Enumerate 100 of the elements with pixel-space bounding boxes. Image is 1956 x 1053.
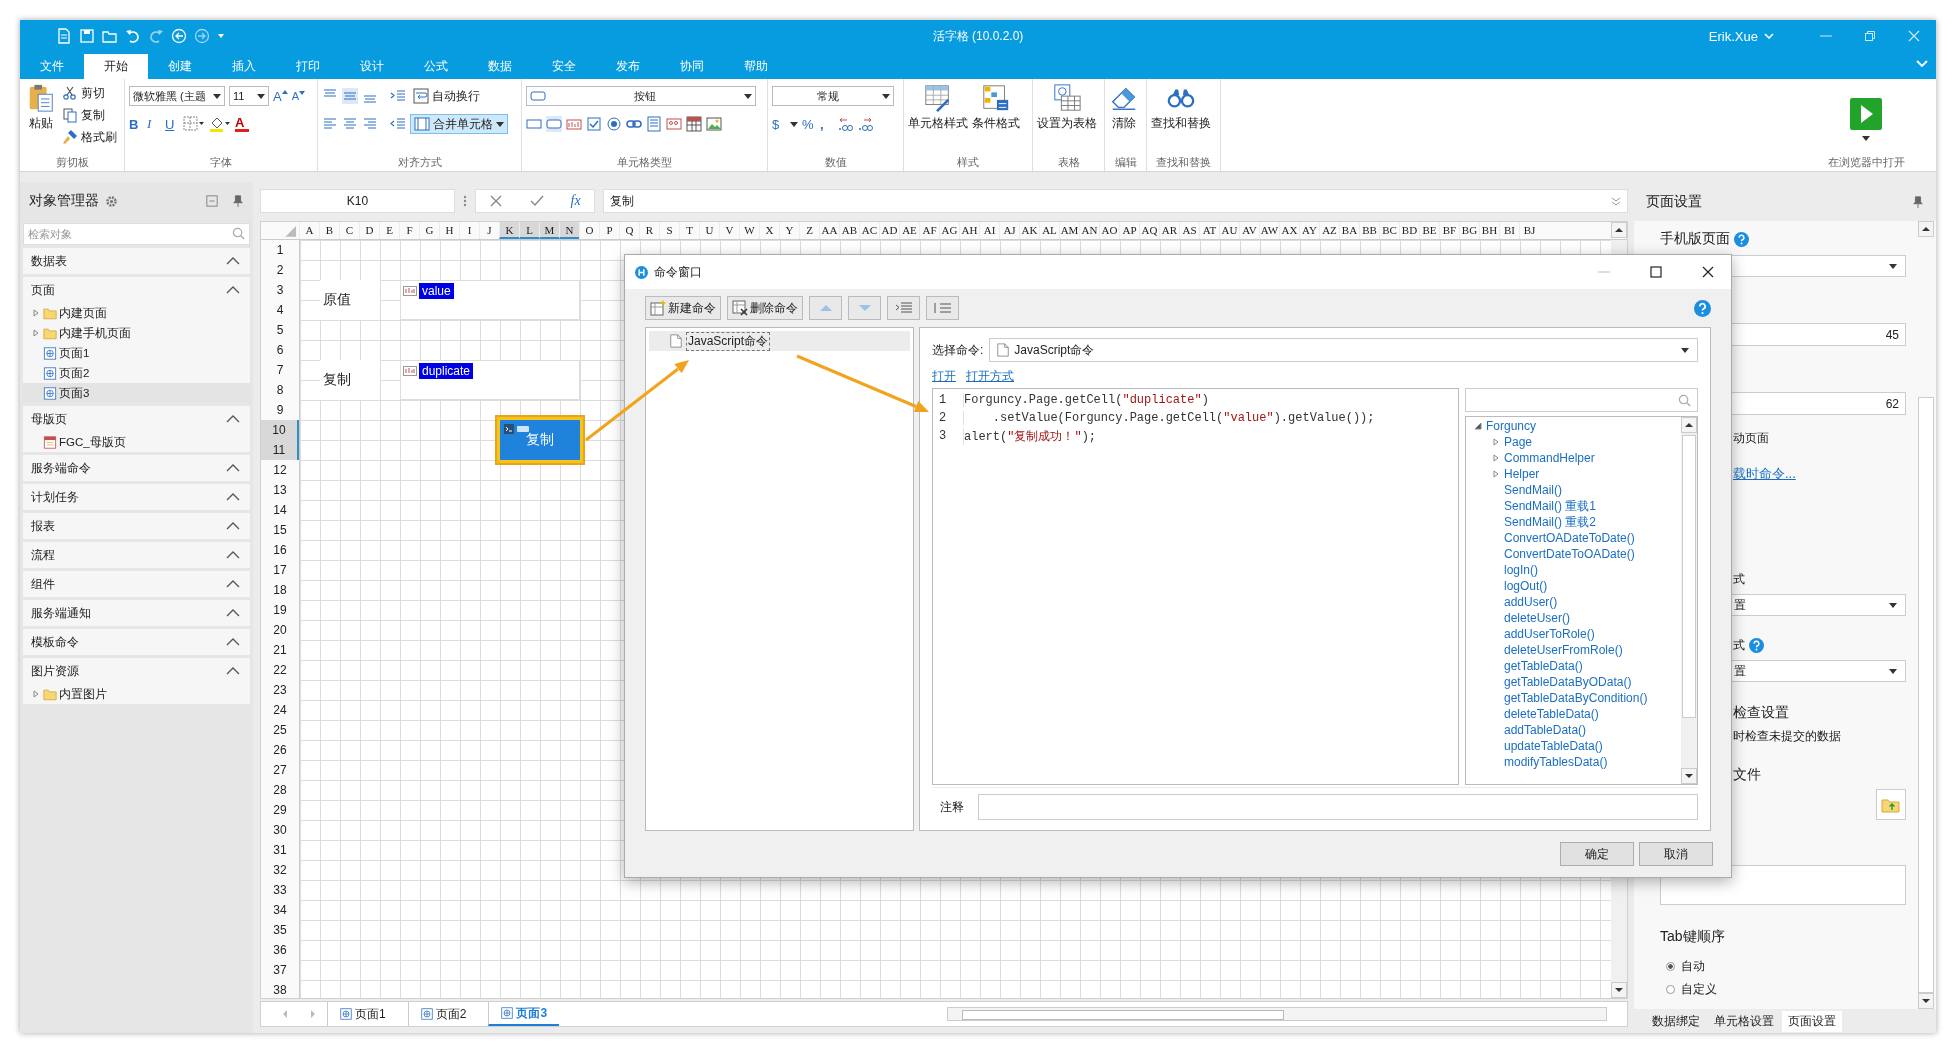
row-header[interactable]: 36: [261, 940, 299, 960]
tree-item[interactable]: 页面1: [23, 343, 250, 363]
next-sheet-icon[interactable]: [309, 1009, 317, 1019]
row-header[interactable]: 28: [261, 780, 299, 800]
list-icon[interactable]: [646, 116, 662, 132]
grow-font-button[interactable]: A: [273, 88, 288, 104]
row-header[interactable]: 20: [261, 620, 299, 640]
row-header[interactable]: 3: [261, 280, 299, 300]
column-header[interactable]: BC: [1379, 222, 1399, 239]
command-link[interactable]: 载时命令...: [1733, 465, 1796, 483]
image-icon[interactable]: [706, 116, 722, 132]
column-header[interactable]: AE: [899, 222, 919, 239]
column-header[interactable]: AO: [1099, 222, 1119, 239]
row-header[interactable]: 18: [261, 580, 299, 600]
tree-item[interactable]: 内建页面: [23, 303, 250, 323]
row-header[interactable]: 5: [261, 320, 299, 340]
column-header[interactable]: BF: [1439, 222, 1459, 239]
row-header[interactable]: 10: [261, 420, 299, 440]
tree-node[interactable]: addTableData(): [1474, 722, 1681, 738]
column-header[interactable]: AQ: [1139, 222, 1159, 239]
delete-command-button[interactable]: 删除命令: [727, 296, 803, 320]
column-header[interactable]: E: [379, 222, 399, 239]
column-header[interactable]: AM: [1059, 222, 1079, 239]
outdent-button[interactable]: [926, 296, 959, 320]
align-left-icon[interactable]: [322, 116, 338, 132]
code-editor[interactable]: 1 Forguncy.Page.getCell("duplicate") 2 .setValue(Forguncy.Page.getCell("value").getValue()); 3 alert("复制成功！");: [932, 388, 1459, 785]
format-painter-button[interactable]: 格式刷: [62, 127, 117, 147]
row-header[interactable]: 15: [261, 520, 299, 540]
column-header[interactable]: AX: [1279, 222, 1299, 239]
number-icon[interactable]: [666, 116, 682, 132]
tree-node[interactable]: ConvertOADateToDate(): [1474, 530, 1681, 546]
column-header[interactable]: AH: [959, 222, 979, 239]
forward-icon[interactable]: [194, 28, 210, 44]
indent-icon[interactable]: [390, 88, 406, 104]
panel-tab[interactable]: 单元格设置: [1708, 1010, 1780, 1032]
column-header[interactable]: K: [499, 222, 519, 239]
column-header[interactable]: AU: [1219, 222, 1239, 239]
column-header[interactable]: P: [599, 222, 619, 239]
tree-item[interactable]: FGC_母版页: [23, 432, 250, 452]
column-header[interactable]: G: [419, 222, 439, 239]
row-header[interactable]: 6: [261, 340, 299, 360]
column-header[interactable]: AG: [939, 222, 959, 239]
row-header[interactable]: 14: [261, 500, 299, 520]
collapse-all-icon[interactable]: [206, 195, 218, 207]
row-header[interactable]: 9: [261, 400, 299, 420]
clear-button[interactable]: 清除: [1109, 83, 1139, 155]
help-icon[interactable]: [1694, 299, 1711, 317]
redo-icon[interactable]: [148, 28, 164, 44]
format-as-table-button[interactable]: 设置为表格: [1037, 83, 1097, 155]
column-header[interactable]: M: [539, 222, 559, 239]
copy-button[interactable]: 复制: [62, 105, 117, 125]
row-header[interactable]: 1: [261, 240, 299, 260]
bold-button[interactable]: B: [129, 116, 143, 132]
row-header[interactable]: 33: [261, 880, 299, 900]
decimal-decrease-icon[interactable]: [858, 116, 874, 132]
row-header[interactable]: 17: [261, 560, 299, 580]
row-header[interactable]: 11: [261, 440, 299, 460]
decimal-increase-icon[interactable]: [838, 116, 854, 132]
section-header[interactable]: 母版页: [23, 406, 250, 432]
column-header[interactable]: AT: [1199, 222, 1219, 239]
sheet-tab[interactable]: 页面3: [488, 1002, 560, 1026]
column-header[interactable]: AK: [1019, 222, 1039, 239]
horizontal-scrollbar[interactable]: [947, 1007, 1607, 1021]
chevron-icon[interactable]: [1916, 60, 1928, 68]
column-header[interactable]: C: [339, 222, 359, 239]
column-header[interactable]: AB: [839, 222, 859, 239]
folder-icon[interactable]: [102, 28, 118, 44]
ribbon-tab[interactable]: 开始: [84, 54, 148, 79]
row-header[interactable]: 13: [261, 480, 299, 500]
tree-node[interactable]: updateTableData(): [1474, 738, 1681, 754]
column-header[interactable]: T: [679, 222, 699, 239]
column-header[interactable]: AA: [819, 222, 839, 239]
editor-link[interactable]: 打开方式: [966, 368, 1014, 385]
section-header[interactable]: 流程: [23, 542, 250, 568]
help-icon[interactable]: [1734, 231, 1749, 247]
more-icon[interactable]: [463, 194, 467, 208]
row-header[interactable]: 34: [261, 900, 299, 920]
function-button[interactable]: fx: [570, 193, 581, 209]
new-document-icon[interactable]: [56, 28, 72, 44]
row-header[interactable]: 29: [261, 800, 299, 820]
column-header[interactable]: AJ: [999, 222, 1019, 239]
tree-node[interactable]: SendMail(): [1474, 482, 1681, 498]
tree-node[interactable]: logIn(): [1474, 562, 1681, 578]
search-field[interactable]: 检索对象: [23, 223, 250, 245]
column-header[interactable]: Q: [619, 222, 639, 239]
column-header[interactable]: AR: [1159, 222, 1179, 239]
command-dropdown[interactable]: JavaScript命令: [989, 338, 1698, 362]
row-header[interactable]: 22: [261, 660, 299, 680]
row-header[interactable]: 7: [261, 360, 299, 380]
row-header[interactable]: 31: [261, 840, 299, 860]
column-header[interactable]: AS: [1179, 222, 1199, 239]
upload-button[interactable]: [1876, 789, 1906, 820]
column-header[interactable]: BJ: [1519, 222, 1539, 239]
column-header[interactable]: BB: [1359, 222, 1379, 239]
tree-item[interactable]: 页面3: [23, 383, 250, 403]
section-header[interactable]: 计划任务: [23, 484, 250, 510]
row-header[interactable]: 23: [261, 680, 299, 700]
section-header[interactable]: 报表: [23, 513, 250, 539]
column-header[interactable]: A: [299, 222, 319, 239]
row-header[interactable]: 2: [261, 260, 299, 280]
